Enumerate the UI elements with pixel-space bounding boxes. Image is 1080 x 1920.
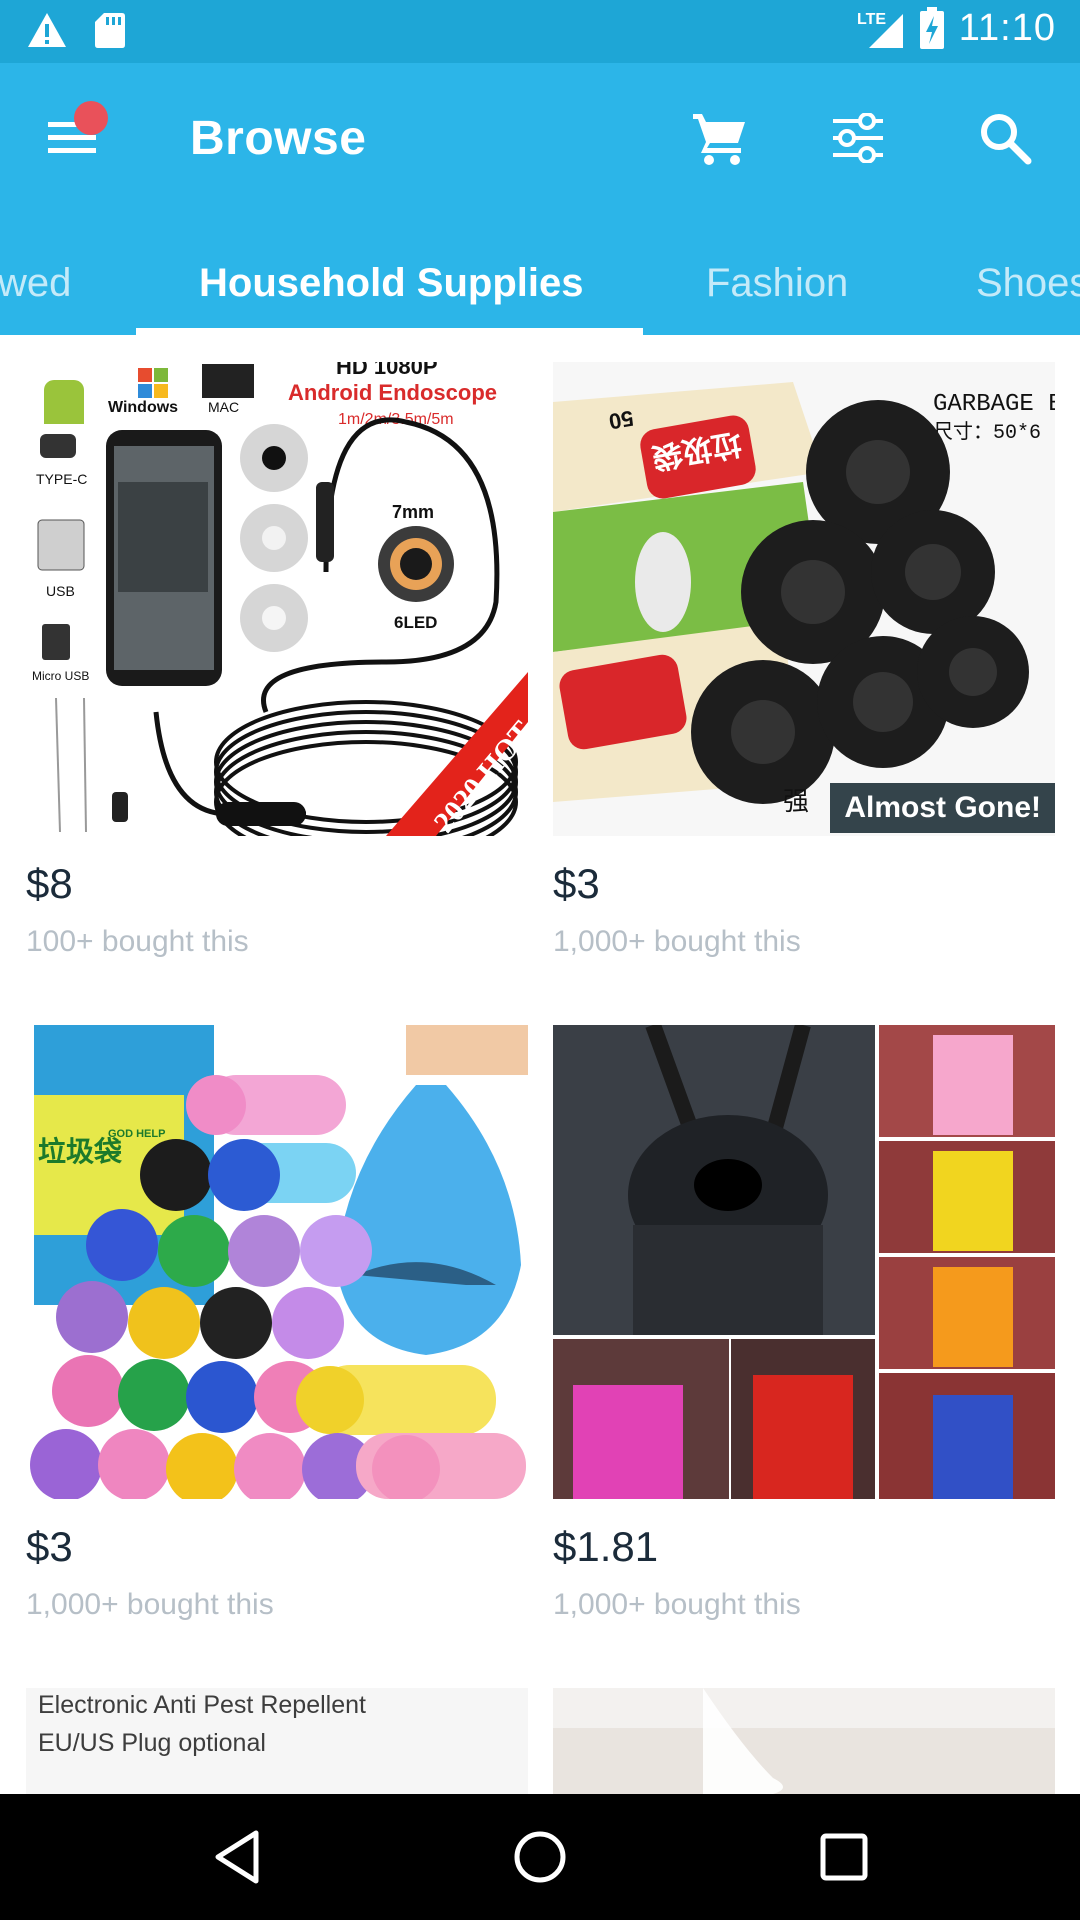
product-price: $3 <box>26 1523 73 1570</box>
product-image: 垃圾袋 GOD HELP <box>26 1025 528 1499</box>
sd-card-icon <box>95 13 125 48</box>
battery-charging-icon <box>919 7 944 49</box>
car-trash-bin-image <box>553 1025 1055 1499</box>
recents-icon[interactable] <box>814 1827 874 1887</box>
garbage-label: GARBAGE B <box>933 391 1055 418</box>
cart-button[interactable] <box>685 103 755 173</box>
product-image: GARBAGE B 尺寸：50*6 垃圾袋 50 强 <box>553 362 1055 836</box>
product-image <box>553 1025 1055 1499</box>
clock: 11:10 <box>958 6 1056 49</box>
product-image: Windows MAC HD 1080P Android Endoscope 1… <box>26 362 528 836</box>
search-button[interactable] <box>970 103 1040 173</box>
headline-android: Android Endoscope <box>288 380 497 405</box>
tab-fashion[interactable]: Fashion <box>706 261 848 306</box>
caption-line-2: EU/US Plug optional <box>38 1729 266 1757</box>
home-icon[interactable] <box>510 1827 570 1887</box>
product-image <box>553 1688 1055 1794</box>
filter-icon <box>833 113 883 163</box>
caption-line-1: Electronic Anti Pest Repellent <box>38 1691 366 1719</box>
colorful-bag-rolls-image: 垃圾袋 GOD HELP <box>26 1025 528 1499</box>
tab-household-supplies[interactable]: Household Supplies <box>199 261 583 306</box>
active-tab-indicator <box>136 328 643 335</box>
strong-char: 强 <box>783 787 809 817</box>
typec-label: TYPE-C <box>36 471 87 487</box>
back-icon[interactable] <box>208 1827 268 1887</box>
product-card[interactable] <box>553 1688 1055 1794</box>
package-count: 50 <box>607 405 635 434</box>
search-icon <box>981 114 1032 165</box>
system-navigation-bar <box>0 1794 1080 1920</box>
product-caption: Electronic Anti Pest Repellent EU/US Plu… <box>38 1688 366 1762</box>
purchase-count: 1,000+ bought this <box>26 1588 274 1621</box>
mac-label: MAC <box>208 399 239 415</box>
filter-button[interactable] <box>823 103 893 173</box>
signal-icon: LTE <box>857 11 903 48</box>
product-image: Electronic Anti Pest Repellent EU/US Plu… <box>26 1688 528 1794</box>
notification-dot <box>74 101 108 135</box>
usb-label: USB <box>46 583 75 599</box>
product-photo <box>553 1688 1055 1794</box>
god-help-label: GOD HELP <box>108 1128 165 1140</box>
product-card[interactable]: 垃圾袋 GOD HELP $3 1,000+ bought this <box>26 1025 528 1635</box>
headline-hd: HD 1080P <box>336 362 438 379</box>
tab-shoes[interactable]: Shoes <box>976 261 1080 306</box>
product-price: $3 <box>553 860 600 907</box>
purchase-count: 1,000+ bought this <box>553 925 801 958</box>
led-label: 6LED <box>394 613 437 632</box>
product-price: $1.81 <box>553 1523 659 1570</box>
windows-label: Windows <box>108 399 178 416</box>
micro-usb-label: Micro USB <box>32 669 89 683</box>
purchase-count: 100+ bought this <box>26 925 249 958</box>
network-label: LTE <box>857 11 886 28</box>
endoscope-image: Windows MAC HD 1080P Android Endoscope 1… <box>26 362 528 836</box>
size-label: 尺寸：50*6 <box>933 420 1041 445</box>
status-bar: LTE 11:10 <box>0 0 1080 63</box>
page-title: Browse <box>190 112 367 165</box>
cart-icon <box>693 114 745 165</box>
product-card[interactable]: GARBAGE B 尺寸：50*6 垃圾袋 50 强 Almost Gone! … <box>553 362 1055 972</box>
garbage-bag-rolls-image: GARBAGE B 尺寸：50*6 垃圾袋 50 强 <box>553 362 1055 836</box>
almost-gone-badge: Almost Gone! <box>830 783 1055 833</box>
category-tabs: wed Household Supplies Fashion Shoes <box>0 241 1080 335</box>
purchase-count: 1,000+ bought this <box>553 1588 801 1621</box>
app-bar: Browse wed Household Supplies Fashion Sh… <box>0 63 1080 335</box>
product-card[interactable]: Electronic Anti Pest Repellent EU/US Plu… <box>26 1688 528 1794</box>
lens-size-label: 7mm <box>392 502 434 522</box>
product-card[interactable]: $1.81 1,000+ bought this <box>553 1025 1055 1635</box>
tab-followed[interactable]: wed <box>0 261 71 306</box>
warning-icon <box>28 13 66 47</box>
product-card[interactable]: Windows MAC HD 1080P Android Endoscope 1… <box>26 362 528 972</box>
product-price: $8 <box>26 860 73 907</box>
